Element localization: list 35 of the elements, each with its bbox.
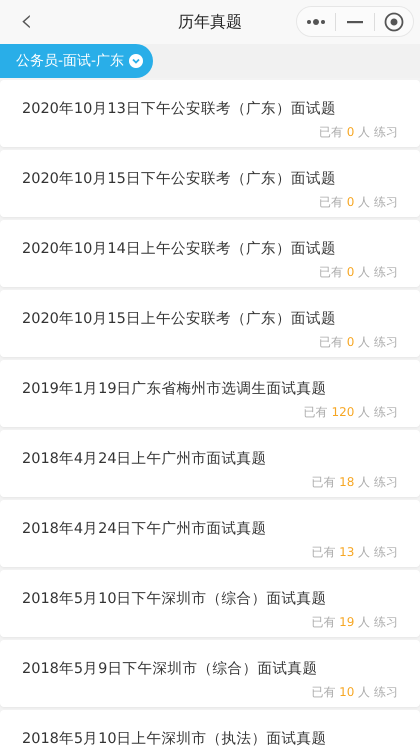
exam-list-item[interactable]: 2020年10月15日下午公安联考（广东）面试题 已有 0 人 练习	[0, 150, 420, 217]
practice-count-text: 已有 19 人 练习	[311, 614, 398, 631]
exam-list-item[interactable]: 2019年1月19日广东省梅州市选调生面试真题 已有 120 人 练习	[0, 360, 420, 427]
more-icon[interactable]	[306, 18, 326, 26]
minimize-icon[interactable]	[347, 20, 363, 24]
exam-list-item[interactable]: 2018年5月10日上午深圳市（执法）面试真题	[0, 710, 420, 747]
practice-count-text: 已有 13 人 练习	[311, 544, 398, 561]
chevron-down-icon	[129, 54, 144, 68]
exam-title: 2020年10月15日下午公安联考（广东）面试题	[22, 170, 337, 188]
exam-list-item[interactable]: 2018年4月24日上午广州市面试真题 已有 18 人 练习	[0, 430, 420, 497]
exam-title: 2019年1月19日广东省梅州市选调生面试真题	[22, 380, 328, 398]
exam-title: 2020年10月14日上午公安联考（广东）面试题	[22, 240, 337, 258]
page-title: 历年真题	[178, 12, 242, 32]
close-icon[interactable]	[384, 12, 404, 32]
exam-title: 2018年4月24日下午广州市面试真题	[22, 520, 268, 538]
exam-list-item[interactable]: 2018年5月10日下午深圳市（综合）面试真题 已有 19 人 练习	[0, 570, 420, 637]
exam-title: 2020年10月13日下午公安联考（广东）面试题	[22, 100, 337, 118]
practice-count-text: 已有 120 人 练习	[304, 404, 398, 421]
practice-count-text: 已有 18 人 练习	[311, 474, 398, 491]
exam-list-item[interactable]: 2018年5月9日下午深圳市（综合）面试真题 已有 10 人 练习	[0, 640, 420, 707]
exam-list-item[interactable]: 2020年10月13日下午公安联考（广东）面试题 已有 0 人 练习	[0, 80, 420, 147]
exam-title: 2018年4月24日上午广州市面试真题	[22, 450, 268, 468]
practice-count-text: 已有 0 人 练习	[318, 264, 398, 281]
exam-list-item[interactable]: 2020年10月14日上午公安联考（广东）面试题 已有 0 人 练习	[0, 220, 420, 287]
practice-count-text: 已有 0 人 练习	[318, 334, 398, 351]
exam-title: 2018年5月10日上午深圳市（执法）面试真题	[22, 730, 328, 747]
exam-title: 2018年5月9日下午深圳市（综合）面试真题	[22, 660, 318, 678]
back-button[interactable]: ‹	[14, 4, 39, 36]
practice-count-text: 已有 10 人 练习	[311, 684, 398, 701]
exam-list-item[interactable]: 2020年10月15日上午公安联考（广东）面试题 已有 0 人 练习	[0, 290, 420, 357]
exam-title: 2018年5月10日下午深圳市（综合）面试真题	[22, 590, 328, 608]
exam-title: 2020年10月15日上午公安联考（广东）面试题	[22, 310, 337, 328]
exam-list-item[interactable]: 2018年4月24日下午广州市面试真题 已有 13 人 练习	[0, 500, 420, 567]
practice-count-text: 已有 0 人 练习	[318, 194, 398, 211]
practice-count-text: 已有 0 人 练习	[318, 124, 398, 141]
